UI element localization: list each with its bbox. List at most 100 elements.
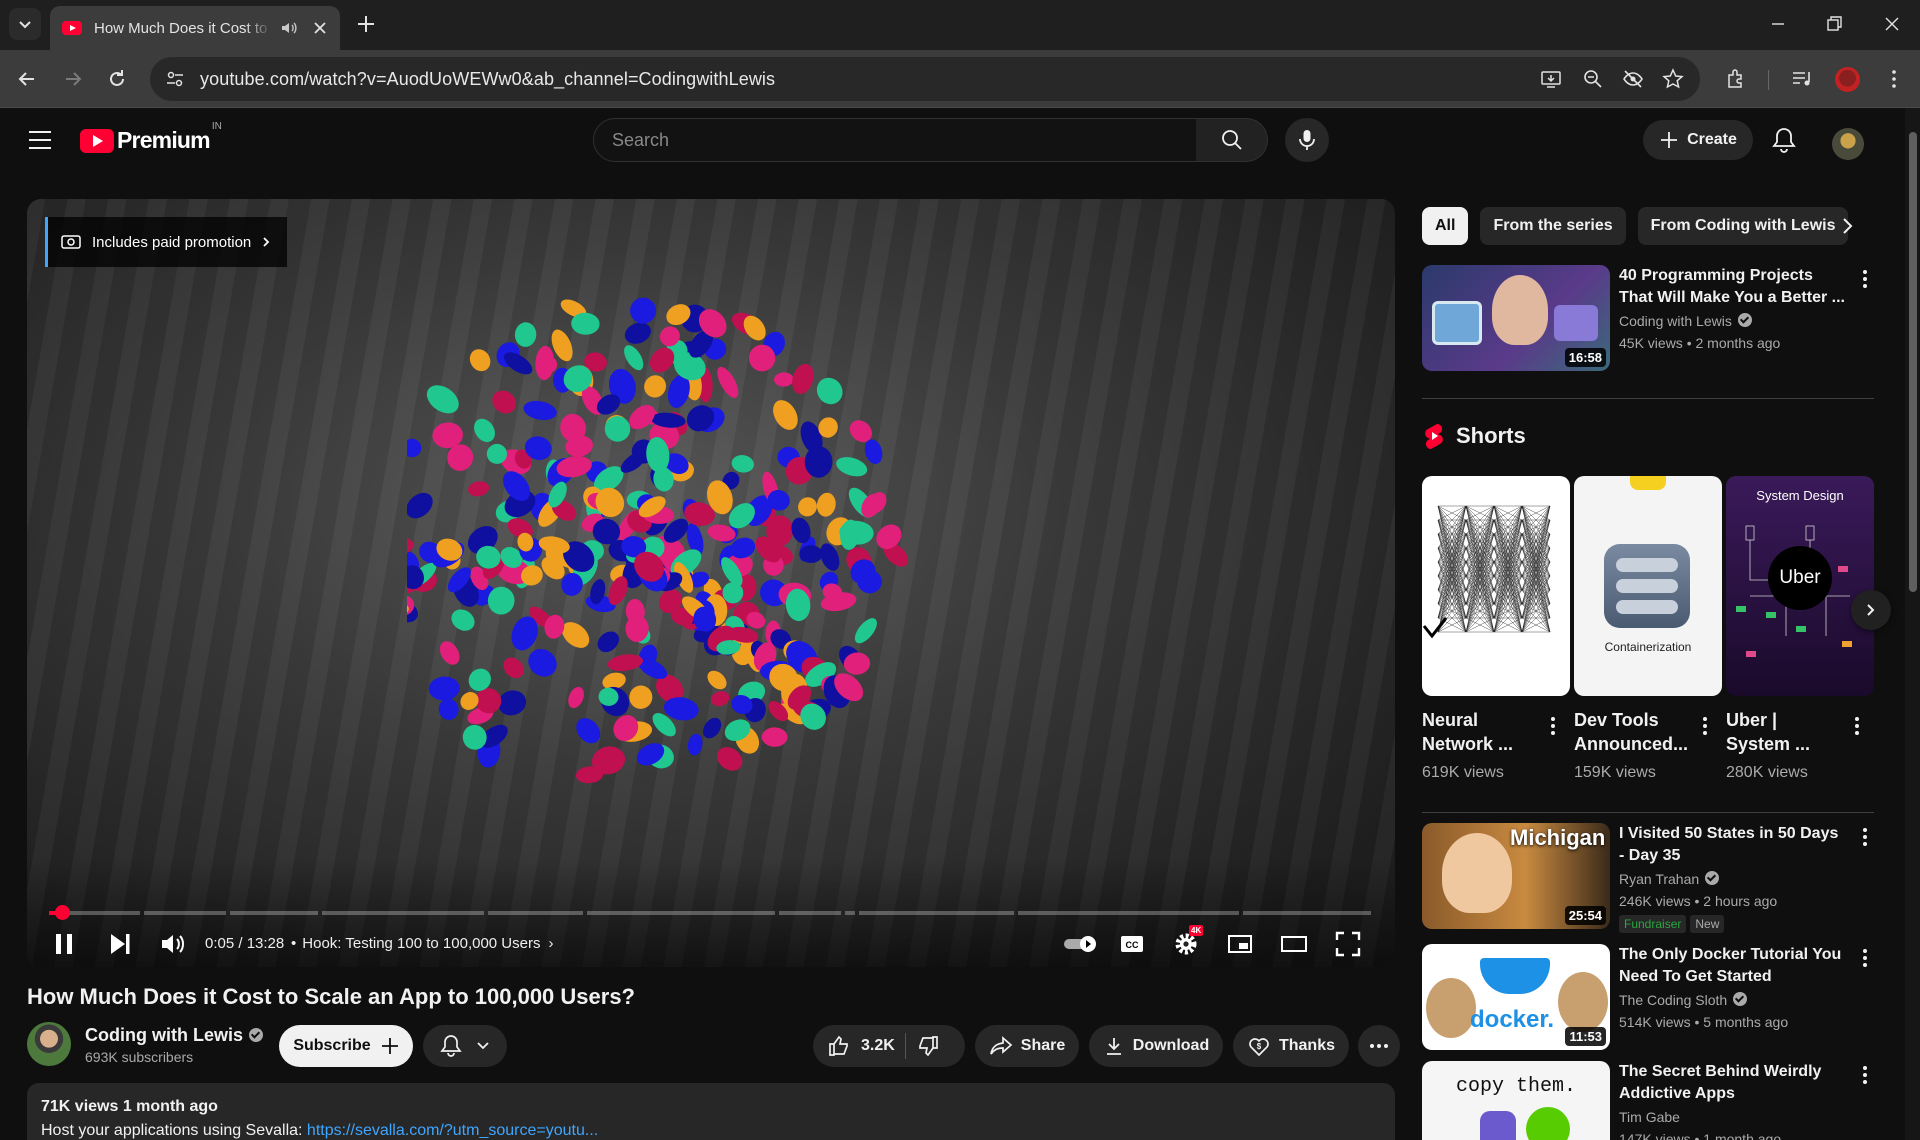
more-vertical-icon[interactable] [1862,827,1868,847]
download-button[interactable]: Download [1089,1025,1223,1067]
minimize-icon[interactable] [1766,12,1790,36]
progress-bar[interactable] [49,905,1373,920]
forward-icon[interactable] [60,66,86,92]
hamburger-menu-icon[interactable] [28,130,52,150]
next-video-icon[interactable] [106,930,134,958]
notifications-bell-icon[interactable] [1771,126,1797,154]
url-text[interactable]: youtube.com/watch?v=AuodUoWEWw0&ab_chann… [200,69,775,90]
captions-icon[interactable]: CC [1118,930,1146,958]
channel-name-link[interactable]: Coding with Lewis [85,1025,263,1046]
search-input[interactable] [594,119,1196,161]
chip-from-series[interactable]: From the series [1480,207,1626,245]
video-thumbnail[interactable]: 16:58 [1422,265,1610,371]
chapter-segment[interactable] [229,911,319,915]
short-thumbnail[interactable]: System Design Uber [1726,476,1874,696]
video-title[interactable]: I Visited 50 States in 50 Days - Day 35 [1619,823,1847,867]
back-icon[interactable] [14,66,40,92]
zoom-icon[interactable] [1582,68,1604,90]
browser-menu-icon[interactable] [1882,67,1906,91]
video-channel[interactable]: The Coding Sloth [1619,992,1748,1008]
chapter-segment[interactable] [1017,911,1239,915]
search-button[interactable] [1196,118,1268,162]
more-vertical-icon[interactable] [1862,269,1868,289]
paid-promotion-banner[interactable]: Includes paid promotion [45,217,287,267]
restore-icon[interactable] [1822,12,1846,36]
video-channel[interactable]: Tim Gabe [1619,1109,1680,1125]
recommended-video[interactable]: copy them. The Secret Behind Weirdly Add… [1422,1061,1874,1140]
create-button[interactable]: Create [1643,120,1753,160]
description-box[interactable]: 71K views 1 month ago Host your applicat… [27,1083,1395,1140]
profile-avatar[interactable] [1835,67,1860,92]
chips-next-arrow-icon[interactable] [1834,213,1860,239]
youtube-premium-logo[interactable]: Premium IN [80,121,222,154]
recommended-video[interactable]: docker. 11:53 The Only Docker Tutorial Y… [1422,944,1874,1050]
chapter-segment[interactable] [1242,911,1371,915]
media-control-icon[interactable] [1790,67,1814,91]
close-window-icon[interactable] [1880,12,1904,36]
chip-all[interactable]: All [1422,207,1469,245]
new-tab-icon[interactable] [355,13,377,35]
thumbs-down-icon[interactable] [916,1034,940,1058]
video-title[interactable]: The Only Docker Tutorial You Need To Get… [1619,944,1847,988]
chapter-segment[interactable] [845,911,855,915]
short-item[interactable]: Containerization Dev Tools Announced... … [1574,476,1722,782]
voice-search-button[interactable] [1285,118,1329,162]
video-title[interactable]: The Secret Behind Weirdly Addictive Apps [1619,1061,1847,1105]
chapter-segment[interactable] [858,911,1014,915]
share-button[interactable]: Share [975,1025,1079,1067]
recommended-video[interactable]: 16:58 40 Programming Projects That Will … [1422,265,1874,371]
eye-off-icon[interactable] [1622,68,1644,90]
close-tab-icon[interactable] [312,20,328,36]
page-scrollbar[interactable] [1905,108,1920,1140]
chapter-segment[interactable] [143,911,226,915]
tab-search-button[interactable] [9,8,41,40]
more-vertical-icon[interactable] [1550,716,1556,736]
install-app-icon[interactable] [1540,68,1562,90]
video-thumbnail[interactable]: docker. 11:53 [1422,944,1610,1050]
account-avatar[interactable] [1832,128,1864,160]
short-thumbnail[interactable]: Containerization [1574,476,1722,696]
chapter-segment[interactable] [487,911,584,915]
search-box[interactable] [593,118,1197,162]
short-title[interactable]: Dev Tools Announced... [1574,708,1692,756]
chapter-segment[interactable] [587,911,776,915]
shorts-next-button[interactable] [1851,590,1891,630]
omnibox[interactable]: youtube.com/watch?v=AuodUoWEWw0&ab_chann… [150,57,1700,101]
chapter-segment[interactable] [779,911,842,915]
chip-from-channel[interactable]: From Coding with Lewis [1637,207,1848,245]
chapter-button[interactable]: • Hook: Testing 100 to 100,000 Users › [291,935,553,952]
chapter-segment[interactable] [322,911,484,915]
miniplayer-icon[interactable] [1226,930,1254,958]
short-item[interactable]: Neural Network ... 619K views [1422,476,1570,782]
video-channel[interactable]: Ryan Trahan [1619,871,1720,887]
thanks-button[interactable]: $ Thanks [1233,1025,1349,1067]
theater-mode-icon[interactable] [1280,930,1308,958]
video-player[interactable]: Includes paid promotion 0:05 / 13:28 • Ho… [27,199,1395,967]
short-item[interactable]: System Design Uber Uber | System ... 280… [1726,476,1874,782]
site-info-icon[interactable] [164,68,186,90]
short-title[interactable]: Uber | System ... [1726,708,1844,756]
recommended-video[interactable]: Michigan 25:54 I Visited 50 States in 50… [1422,823,1874,933]
bookmark-star-icon[interactable] [1662,68,1684,90]
like-button[interactable]: 3.2K [827,1034,895,1058]
speaker-icon[interactable] [280,19,298,37]
reload-icon[interactable] [104,66,130,92]
extensions-icon[interactable] [1724,67,1748,91]
more-actions-button[interactable] [1358,1025,1400,1067]
video-channel[interactable]: Coding with Lewis [1619,313,1752,329]
video-thumbnail[interactable]: Michigan 25:54 [1422,823,1610,929]
short-thumbnail[interactable] [1422,476,1570,696]
volume-icon[interactable] [159,930,187,958]
subscribe-button[interactable]: Subscribe [279,1025,413,1067]
notification-settings-button[interactable] [423,1025,507,1067]
more-vertical-icon[interactable] [1702,716,1708,736]
pause-icon[interactable] [50,930,78,958]
scrollbar-thumb[interactable] [1909,132,1917,592]
more-vertical-icon[interactable] [1854,716,1860,736]
video-title[interactable]: 40 Programming Projects That Will Make Y… [1619,265,1847,309]
more-vertical-icon[interactable] [1862,1065,1868,1085]
autoplay-toggle-icon[interactable] [1062,930,1102,958]
short-title[interactable]: Neural Network ... [1422,708,1540,756]
scrubber-handle[interactable] [54,905,70,920]
fullscreen-icon[interactable] [1334,930,1362,958]
